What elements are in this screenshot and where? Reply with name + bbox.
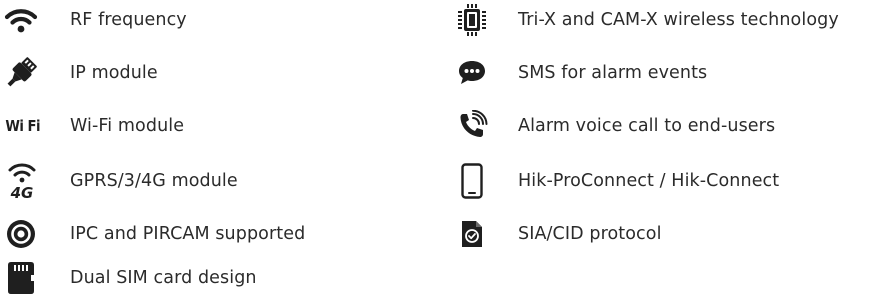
- feature-label: GPRS/3/4G module: [70, 171, 238, 191]
- 4g-signal-icon: 4G: [0, 159, 44, 203]
- feature-label: Alarm voice call to end-users: [518, 116, 776, 136]
- feature-label: IP module: [70, 63, 158, 83]
- chat-bubble-icon: [452, 53, 492, 93]
- document-check-icon: [452, 214, 492, 254]
- feature-label: Wi-Fi module: [70, 116, 185, 136]
- feature-label: RF frequency: [70, 10, 187, 30]
- wifi-text-logo-icon: Wi Fi: [5, 117, 41, 135]
- phone-call-icon: [452, 106, 492, 146]
- svg-text:4G: 4G: [10, 184, 34, 201]
- feature-label: Dual SIM card design: [70, 268, 257, 288]
- chip-icon: [452, 0, 492, 40]
- feature-label: IPC and PIRCAM supported: [70, 224, 306, 244]
- feature-label: Tri-X and CAM-X wireless technology: [518, 10, 839, 30]
- sim-card-icon: [0, 258, 42, 298]
- ethernet-plug-icon: [0, 53, 42, 93]
- feature-label: Hik-ProConnect / Hik-Connect: [518, 171, 780, 191]
- wifi-signal-icon: [0, 0, 42, 40]
- camera-lens-icon: [0, 214, 42, 254]
- feature-label: SIA/CID protocol: [518, 224, 662, 244]
- feature-label: SMS for alarm events: [518, 63, 708, 83]
- smartphone-icon: [452, 159, 492, 203]
